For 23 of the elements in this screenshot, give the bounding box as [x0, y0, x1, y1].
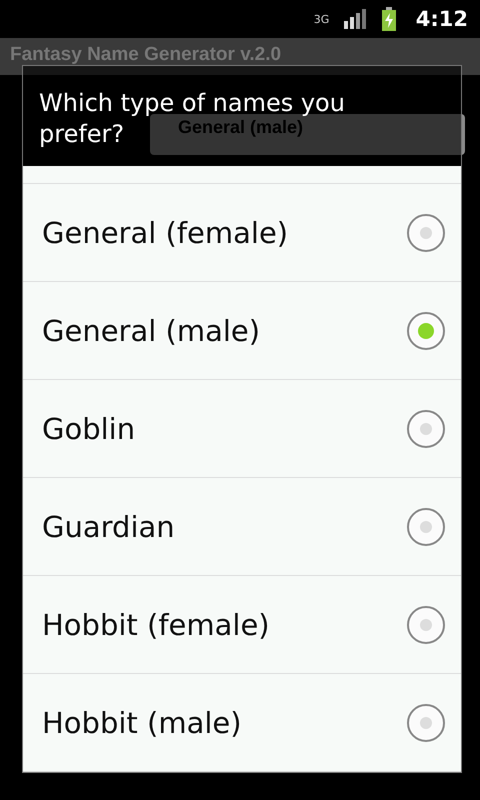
option-row[interactable]: Goblin [23, 380, 461, 478]
option-label: Guardian [42, 510, 175, 544]
option-row[interactable]: General (male) [23, 282, 461, 380]
option-row[interactable]: Guardian [23, 478, 461, 576]
option-label: General (male) [42, 314, 260, 348]
option-row[interactable]: General (female) [23, 184, 461, 282]
option-row[interactable]: Hobbit (female) [23, 576, 461, 674]
battery-charging-icon [382, 7, 396, 31]
radio-button[interactable] [407, 508, 445, 546]
app-title: Fantasy Name Generator v.2.0 [10, 44, 282, 66]
signal-icon [344, 9, 368, 29]
network-type-icon: 3G [314, 14, 330, 24]
option-label: Goblin [42, 412, 136, 446]
radio-button[interactable] [407, 214, 445, 252]
clock: 4:12 [416, 7, 468, 31]
radio-button[interactable] [407, 312, 445, 350]
radio-button[interactable] [407, 606, 445, 644]
option-label: Hobbit (female) [42, 608, 270, 642]
option-row[interactable]: Hobbit (male) [23, 674, 461, 772]
option-label: General (female) [42, 216, 288, 250]
radio-button[interactable] [407, 704, 445, 742]
radio-button[interactable] [407, 410, 445, 448]
option-label: Hobbit (male) [42, 706, 242, 740]
